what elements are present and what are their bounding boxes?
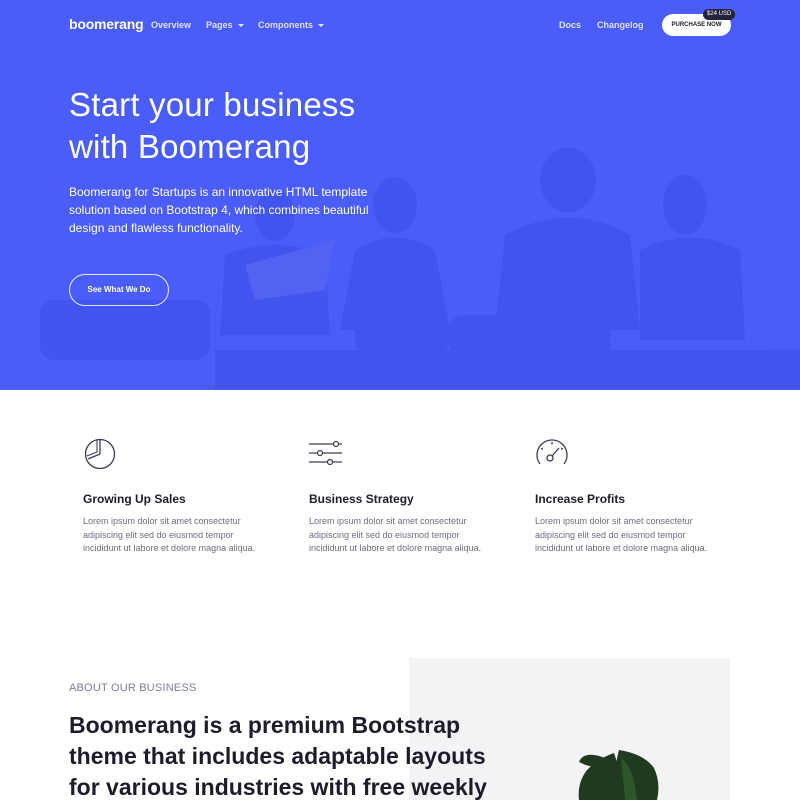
sliders-icon [309, 440, 342, 466]
about-title: Boomerang is a premium Bootstrap theme t… [69, 710, 499, 800]
hero-subtitle: Boomerang for Startups is an innovative … [69, 183, 399, 237]
feature-description: Lorem ipsum dolor sit amet consectetur a… [309, 515, 509, 556]
feature-title: Business Strategy [309, 492, 414, 506]
speedometer-icon [536, 439, 568, 465]
nav-link-components-label: Components [258, 20, 313, 30]
feature-title: Increase Profits [535, 492, 626, 506]
about-title-line: theme that includes adaptable layouts [69, 743, 486, 769]
feature-description-line: incididunt ut labore et dolore magna ali… [309, 543, 482, 553]
feature-description-line: adipiscing elit sed do eiusmod tempor [83, 529, 234, 540]
about-title-line: Boomerang is a premium Bootstrap [69, 712, 461, 738]
hero-title-line: Start your business [69, 86, 356, 123]
feature-description: Lorem ipsum dolor sit amet consectetur a… [535, 515, 735, 556]
see-what-we-do-button[interactable]: See What We Do [69, 274, 169, 306]
hero-subtitle-line: solution based on Bootstrap 4, which com… [69, 203, 369, 217]
nav-link-pages-label: Pages [206, 20, 233, 30]
hero-section: boomerang Overview Pages Components Docs… [0, 0, 800, 390]
hero-title-line: with Boomerang [69, 128, 311, 165]
feature-description-line: Lorem ipsum dolor sit amet consectetur [309, 516, 467, 526]
nav-link-pages[interactable]: Pages [206, 20, 244, 30]
hero-subtitle-line: design and flawless functionality. [69, 221, 243, 235]
chevron-down-icon [237, 24, 244, 28]
hero-title: Start your business with Boomerang [69, 84, 469, 168]
nav-link-overview[interactable]: Overview [151, 20, 191, 30]
nav-link-docs[interactable]: Docs [559, 20, 581, 30]
price-badge: $24 USD [703, 9, 736, 20]
pie-chart-icon [84, 438, 116, 470]
feature-description: Lorem ipsum dolor sit amet consectetur a… [83, 515, 283, 556]
brand-logo[interactable]: boomerang [69, 16, 144, 32]
feature-title: Growing Up Sales [83, 492, 186, 506]
feature-description-line: incididunt ut labore et dolore magna ali… [83, 543, 256, 553]
navbar: boomerang Overview Pages Components Docs… [0, 0, 800, 52]
about-eyebrow: ABOUT OUR BUSINESS [69, 682, 197, 694]
nav-link-components[interactable]: Components [258, 20, 324, 30]
chevron-down-icon [318, 24, 324, 28]
feature-description-line: adipiscing elit sed do eiusmod tempor [309, 529, 460, 540]
about-title-line: for various industries with free weekly [69, 774, 487, 800]
hero-subtitle-line: Boomerang for Startups is an innovative … [69, 185, 368, 199]
feature-description-line: Lorem ipsum dolor sit amet consectetur [83, 516, 241, 526]
feature-description-line: Lorem ipsum dolor sit amet consectetur [535, 516, 693, 526]
feature-description-line: adipiscing elit sed do eiusmod tempor [535, 529, 686, 540]
nav-link-changelog[interactable]: Changelog [597, 20, 644, 30]
feature-description-line: incididunt ut labore et dolore magna ali… [535, 543, 708, 553]
